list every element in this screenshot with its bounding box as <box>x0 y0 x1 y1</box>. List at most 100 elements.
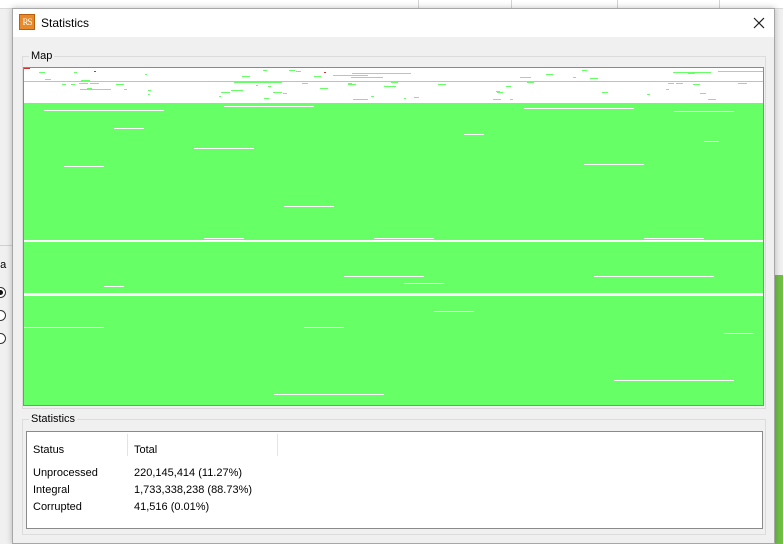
map-integral-streak <box>268 86 271 87</box>
close-icon <box>753 17 765 29</box>
background-divider <box>418 0 419 8</box>
title-bar: RS Statistics <box>13 9 774 37</box>
map-integral-streak <box>506 86 511 87</box>
map-integral-streak <box>582 70 587 71</box>
map-integral-streak <box>159 81 166 82</box>
map-integral-streak <box>62 84 66 85</box>
map-integral-streak <box>676 83 683 84</box>
close-button[interactable] <box>746 11 772 35</box>
map-unprocessed-streak <box>284 206 334 207</box>
map-integral-streak <box>414 97 419 98</box>
column-separator[interactable] <box>127 434 128 456</box>
table-row-status: Unprocessed <box>33 467 98 479</box>
map-unprocessed-streak <box>224 106 314 107</box>
column-header-status[interactable]: Status <box>33 444 64 456</box>
map-unprocessed-streak <box>404 283 444 284</box>
map-integral-streak <box>79 83 88 84</box>
table-row-status: Corrupted <box>33 501 82 513</box>
background-radio-3[interactable] <box>0 333 6 344</box>
map-integral-streak <box>296 71 301 72</box>
map-unprocessed-streak <box>704 141 719 142</box>
map-integral-streak <box>148 90 151 91</box>
map-integral-streak <box>371 96 374 97</box>
map-unprocessed-streak <box>584 164 644 165</box>
map-integral-streak <box>87 88 92 89</box>
map-unprocessed-streak <box>114 128 144 129</box>
map-unprocessed-streak <box>194 148 254 149</box>
map-integral-streak <box>391 82 398 83</box>
map-unprocessed-streak <box>24 327 104 328</box>
map-integral-streak <box>497 92 503 93</box>
background-radio-2[interactable] <box>0 310 6 321</box>
map-integral-streak <box>333 75 368 76</box>
map-unprocessed-streak <box>674 111 734 112</box>
map-unprocessed-streak <box>464 134 484 135</box>
map-integral-streak <box>320 88 328 89</box>
map-integral-streak <box>256 85 258 86</box>
map-integral-streak <box>602 92 608 93</box>
column-header-total[interactable]: Total <box>134 444 157 456</box>
statistics-group-label: Statistics <box>29 412 78 426</box>
column-separator[interactable] <box>277 434 278 456</box>
map-integral-streak <box>688 73 695 74</box>
window-title: Statistics <box>41 16 90 30</box>
background-radio-1[interactable] <box>0 287 6 298</box>
map-corrupted-mark <box>324 72 326 73</box>
map-integral-streak <box>708 72 711 73</box>
map-integral-streak <box>45 79 51 80</box>
map-integral-streak <box>234 82 282 83</box>
map-integral-streak <box>546 74 553 75</box>
map-integral-streak <box>377 73 382 74</box>
map-integral-streak <box>39 72 45 73</box>
map-integral-streak <box>700 93 706 94</box>
map-group-label: Map <box>29 49 55 63</box>
map-integral-streak <box>668 83 674 84</box>
map-integral-line <box>24 81 763 82</box>
map-unprocessed-streak <box>434 311 474 312</box>
map-unprocessed-streak <box>24 101 763 103</box>
map-integral-streak <box>116 84 124 85</box>
app-logo-icon: RS <box>19 14 35 30</box>
map-integral-streak <box>573 77 576 78</box>
map-unprocessed-streak <box>204 238 244 239</box>
map-integral-streak <box>527 82 534 83</box>
background-divider <box>719 0 720 8</box>
map-integral-streak <box>348 83 352 84</box>
map-integral-streak <box>71 84 75 85</box>
map-integral-streak <box>647 94 650 95</box>
background-separator <box>0 245 12 246</box>
background-label: na <box>0 259 7 271</box>
table-row-total: 220,145,414 (11.27%) <box>134 467 243 479</box>
map-unprocessed-streak <box>44 110 164 111</box>
map-integral-streak <box>302 83 308 84</box>
map-integral-streak <box>666 89 669 90</box>
map-integral-streak <box>219 96 221 97</box>
map-integral-streak <box>708 99 716 100</box>
map-unprocessed-streak <box>344 276 424 277</box>
map-integral-streak <box>264 98 269 99</box>
map-integral-streak <box>404 98 406 99</box>
map-integral-streak <box>520 77 531 78</box>
map-unprocessed-streak <box>304 327 344 328</box>
map-integral-area <box>24 101 763 405</box>
map-integral-streak <box>81 80 90 81</box>
map-integral-streak <box>90 83 99 84</box>
map-integral-streak <box>493 99 501 100</box>
background-divider <box>617 0 618 8</box>
map-integral-streak <box>283 93 287 94</box>
map-integral-streak <box>673 72 710 73</box>
map-unprocessed-streak <box>594 276 714 277</box>
map-corrupted-mark <box>94 71 96 72</box>
map-integral-streak <box>510 99 513 100</box>
map-unprocessed-streak <box>24 240 763 242</box>
map-integral-streak <box>145 74 147 75</box>
map-unprocessed-streak <box>644 238 704 239</box>
map-unprocessed-streak <box>104 286 124 287</box>
map-unprocessed-streak <box>274 394 384 395</box>
table-row-total: 1,733,338,238 (88.73%) <box>134 484 253 496</box>
map-unprocessed-streak <box>524 108 634 109</box>
map-integral-streak <box>438 84 446 85</box>
map-integral-streak <box>263 70 267 71</box>
map-integral-streak <box>231 90 243 91</box>
statistics-dialog: RS Statistics Map Statistics Status Tota… <box>12 8 775 544</box>
